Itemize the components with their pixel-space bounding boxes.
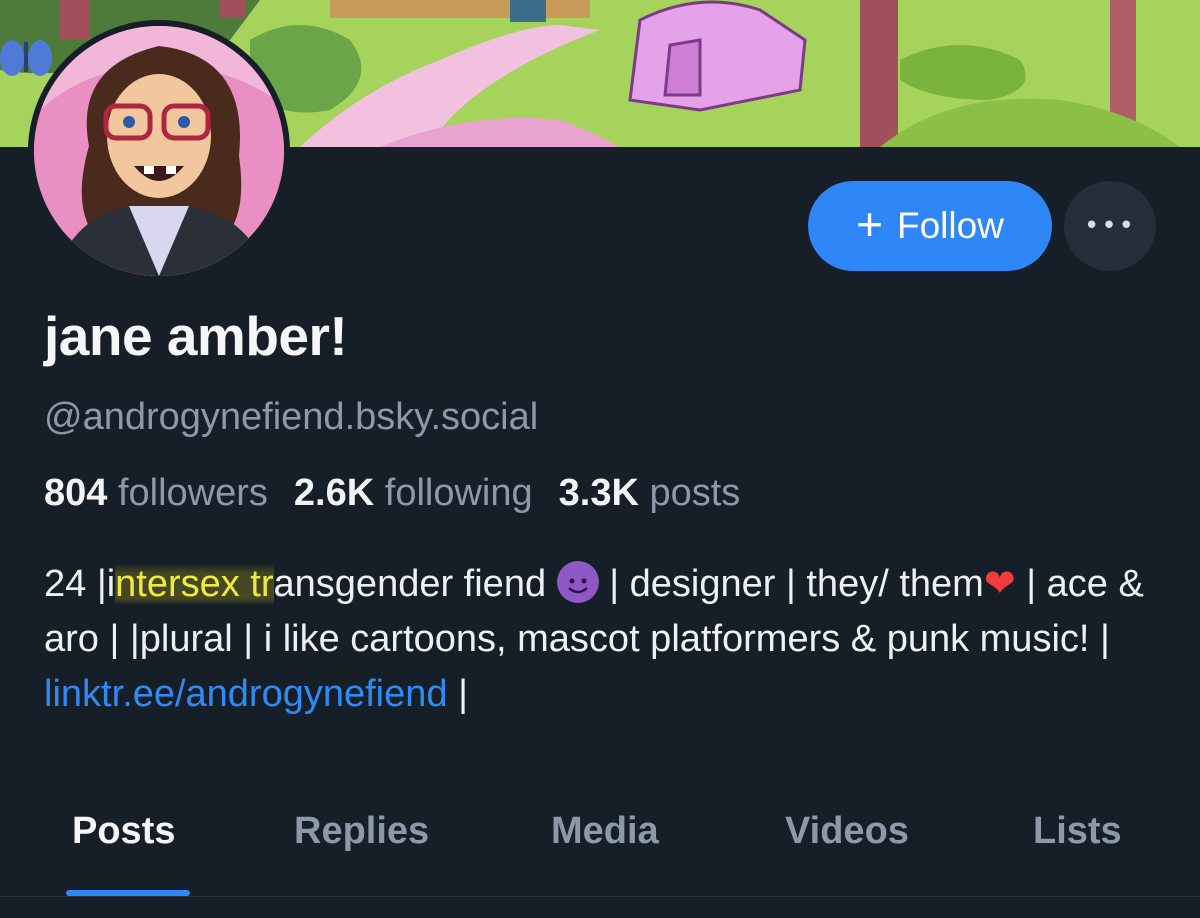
tab-media[interactable]: Media (551, 810, 659, 853)
bio-text: | designer | they/ them (598, 563, 984, 605)
tab-posts[interactable]: Posts (72, 810, 175, 853)
profile-stats: 804 followers 2.6K following 3.3K posts (44, 472, 740, 515)
tabs-divider (0, 896, 1200, 897)
followers-label: followers (117, 472, 268, 514)
tab-replies[interactable]: Replies (294, 810, 429, 853)
posts-label: posts (649, 472, 741, 514)
display-name: jane amber! (44, 305, 348, 367)
followers-count: 804 (44, 472, 108, 514)
avatar-image (34, 26, 284, 276)
bio-text: 24 |i (44, 563, 116, 605)
avatar[interactable] (28, 20, 290, 282)
more-options-button[interactable]: ••• (1064, 181, 1156, 271)
devil-emoji-icon (556, 561, 599, 603)
bio-text: | (447, 673, 468, 715)
following-label: following (384, 472, 533, 514)
tab-videos[interactable]: Videos (785, 810, 909, 853)
handle[interactable]: @androgynefiend.bsky.social (44, 396, 538, 439)
tab-lists[interactable]: Lists (1033, 810, 1122, 853)
posts-stat: 3.3K posts (559, 472, 741, 515)
plus-icon: + (856, 198, 883, 250)
bio-text: ansgender fiend (273, 563, 557, 605)
profile-bio: 24 |intersex transgender fiend | designe… (44, 556, 1164, 722)
bio-highlighted-text: ntersex tr (115, 563, 274, 605)
posts-count: 3.3K (558, 472, 639, 514)
profile-page: + Follow ••• jane amber! @androgynefiend… (0, 0, 1200, 918)
follow-button[interactable]: + Follow (808, 181, 1052, 271)
profile-tabs: Posts Replies Media Videos Lists (0, 790, 1200, 897)
following-stat[interactable]: 2.6K following (294, 472, 533, 515)
follow-label: Follow (896, 205, 1004, 246)
following-count: 2.6K (293, 472, 375, 514)
heart-emoji-icon: ❤ (983, 561, 1016, 605)
bio-link[interactable]: linktr.ee/androgynefiend (44, 673, 448, 715)
followers-stat[interactable]: 804 followers (44, 472, 268, 515)
ellipsis-icon: ••• (1083, 211, 1136, 241)
